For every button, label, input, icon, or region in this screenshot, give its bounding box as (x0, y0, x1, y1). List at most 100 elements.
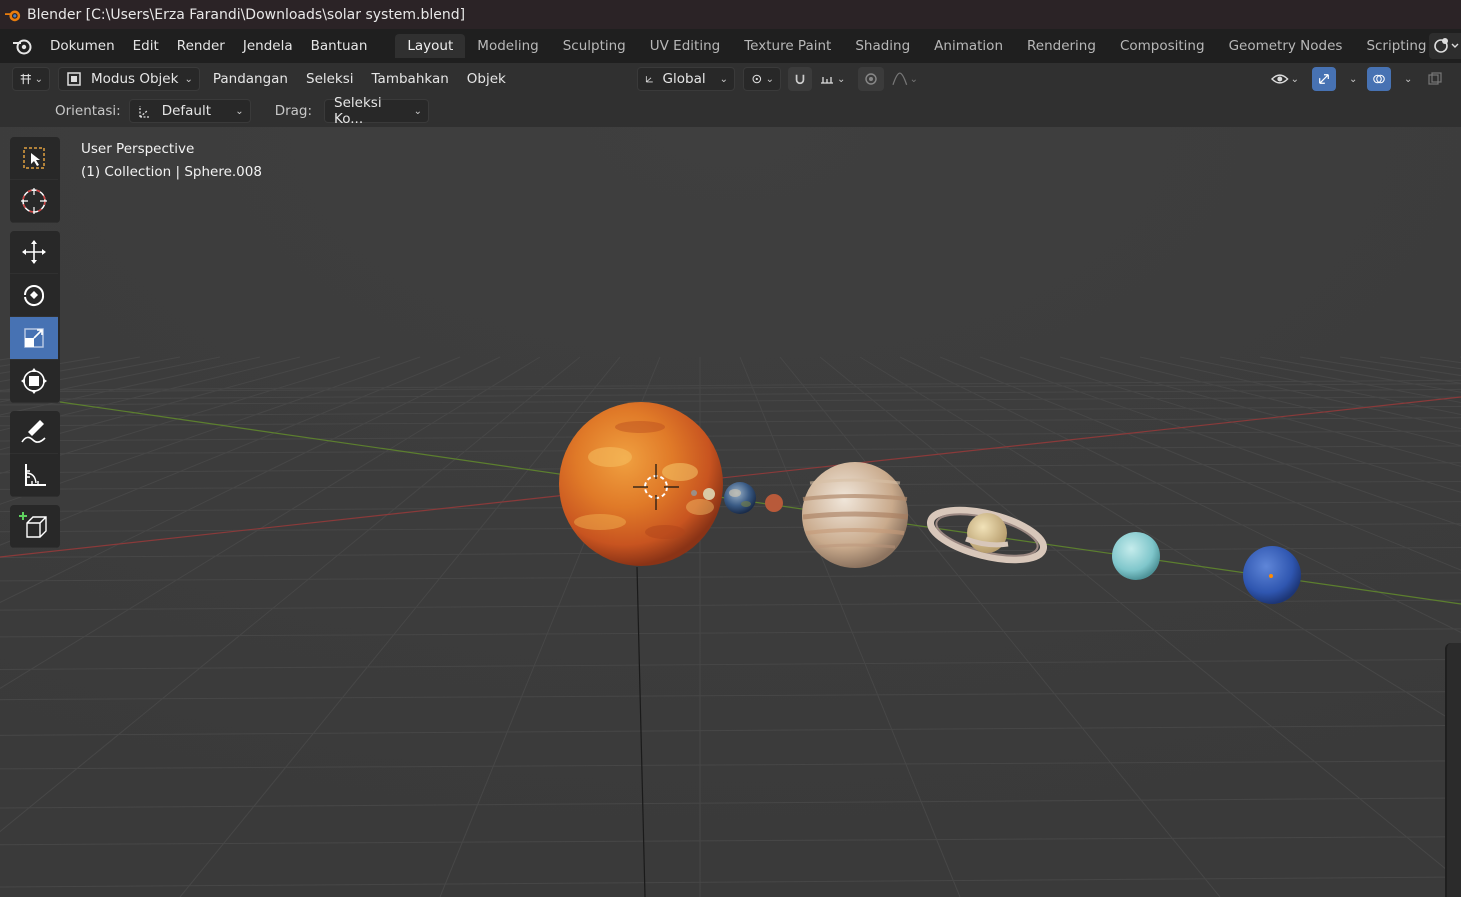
snap-toggle[interactable] (788, 67, 812, 91)
xray-toggle[interactable] (1422, 67, 1448, 91)
move-icon (22, 240, 46, 264)
chevron-down-icon: ⌄ (719, 73, 728, 85)
tab-layout[interactable]: Layout (395, 34, 466, 58)
tool-scale[interactable] (10, 317, 58, 360)
orientation-icon (139, 106, 150, 118)
tool-transform[interactable] (10, 360, 58, 403)
tool-group-select (10, 137, 60, 223)
gizmo-icon (1319, 74, 1329, 84)
chevron-down-icon: ⌄ (413, 105, 423, 117)
falloff-dropdown[interactable]: ⌄ (886, 67, 924, 91)
blender-logo-icon (5, 10, 21, 21)
tab-sculpting[interactable]: Sculpting (551, 34, 638, 58)
mode-dropdown[interactable]: Modus Objek ⌄ (58, 67, 200, 91)
viewport-background (0, 127, 1461, 897)
tab-compositing[interactable]: Compositing (1108, 34, 1217, 58)
tab-scripting[interactable]: Scripting (1354, 34, 1438, 58)
sidebar-edge-handle[interactable] (1445, 643, 1461, 897)
drag-mode-value: Seleksi Ko... (334, 95, 382, 127)
planet-sun[interactable] (559, 402, 723, 566)
visibility-dropdown[interactable]: ⌄ (1265, 67, 1305, 91)
tab-rendering[interactable]: Rendering (1015, 34, 1108, 58)
active-object-label: (1) Collection | Sphere.008 (81, 164, 262, 180)
planet-earth[interactable] (724, 482, 756, 514)
chevron-down-icon: ⌄ (837, 73, 846, 85)
mode-label: Modus Objek (91, 71, 179, 87)
tab-geometry-nodes[interactable]: Geometry Nodes (1217, 34, 1355, 58)
pivot-point-dropdown[interactable]: ⌄ (743, 67, 781, 91)
chevron-down-icon: ⌄ (765, 73, 774, 85)
cursor-icon (21, 188, 47, 214)
xray-icon (1428, 72, 1442, 85)
orientation-label: Global (662, 71, 706, 87)
gizmo-toggle[interactable] (1312, 67, 1336, 91)
menu-help[interactable]: Bantuan (302, 29, 377, 63)
add-cube-icon (19, 512, 47, 538)
transform-icon (21, 368, 47, 394)
planet-jupiter[interactable] (802, 462, 909, 568)
tool-group-annotate (10, 411, 60, 497)
proportional-editing-toggle[interactable] (858, 67, 884, 91)
menu-window[interactable]: Jendela (234, 29, 302, 63)
menu-add[interactable]: Tambahkan (363, 71, 458, 87)
title-bar: Blender [C:\Users\Erza Farandi\Downloads… (0, 0, 1461, 29)
menu-file[interactable]: Dokumen (41, 29, 124, 63)
select-box-icon (23, 147, 45, 169)
menu-object[interactable]: Objek (458, 71, 515, 87)
tool-measure[interactable] (10, 454, 58, 497)
planet-mars[interactable] (765, 494, 783, 512)
planet-uranus[interactable] (1112, 532, 1160, 580)
scene-selector-button[interactable] (1429, 33, 1461, 59)
3d-viewport[interactable] (0, 127, 1461, 897)
menu-render[interactable]: Render (168, 29, 234, 63)
tool-group-transform (10, 231, 60, 403)
magnet-icon (795, 74, 805, 85)
planet-venus[interactable] (703, 488, 715, 500)
tab-modeling[interactable]: Modeling (465, 34, 550, 58)
tab-shading[interactable]: Shading (843, 34, 922, 58)
tab-animation[interactable]: Animation (922, 34, 1015, 58)
tool-group-add (10, 505, 60, 548)
blender-menu-icon[interactable] (11, 36, 33, 56)
planet-mercury[interactable] (691, 490, 697, 496)
snap-target-dropdown[interactable]: ⌄ (813, 67, 853, 91)
menu-edit[interactable]: Edit (124, 29, 168, 63)
overlay-icon (1373, 74, 1385, 84)
menu-view[interactable]: Pandangan (204, 71, 297, 87)
overlay-toggle[interactable] (1367, 67, 1391, 91)
drag-mode-dropdown[interactable]: Seleksi Ko... ⌄ (324, 95, 430, 127)
tool-select-box[interactable] (10, 137, 58, 180)
scene-icon (1434, 38, 1459, 53)
tool-move[interactable] (10, 231, 58, 274)
chevron-down-icon: ⌄ (909, 73, 918, 85)
orientation-setting-label: Orientasi: (55, 103, 121, 119)
pivot-icon (752, 74, 762, 84)
orientation-global-icon (645, 76, 653, 83)
overlay-dropdown-chevron-icon[interactable]: ⌄ (1404, 74, 1412, 85)
tool-annotate[interactable] (10, 411, 58, 454)
menu-select[interactable]: Seleksi (297, 71, 363, 87)
tool-cursor[interactable] (10, 180, 58, 223)
object-mode-icon (67, 72, 81, 86)
tool-rotate[interactable] (10, 274, 58, 317)
falloff-curve-icon (892, 72, 908, 86)
drag-setting-label: Drag: (274, 103, 313, 119)
tool-add-cube[interactable] (10, 505, 58, 548)
scale-icon (24, 328, 44, 348)
rotate-icon (24, 285, 45, 306)
planet-neptune[interactable] (1243, 546, 1301, 604)
viewport-header: ⌄ Modus Objek ⌄ Pandangan Seleksi Tambah… (0, 63, 1461, 95)
chevron-down-icon: ⌄ (235, 105, 244, 117)
editor-type-button[interactable]: ⌄ (12, 67, 50, 91)
orientation-default-dropdown[interactable]: Default ⌄ (128, 99, 251, 123)
viewport-scene (0, 127, 1461, 897)
editor-type-icon (20, 73, 31, 85)
window-title: Blender [C:\Users\Erza Farandi\Downloads… (27, 6, 466, 23)
tab-texture-paint[interactable]: Texture Paint (732, 34, 843, 58)
chevron-down-icon: ⌄ (184, 73, 193, 85)
tool-settings-bar: Orientasi: Default ⌄ Drag: Seleksi Ko...… (0, 95, 1461, 127)
eye-icon (1271, 74, 1289, 84)
gizmo-dropdown-chevron-icon[interactable]: ⌄ (1349, 74, 1357, 85)
tab-uv-editing[interactable]: UV Editing (638, 34, 732, 58)
transform-orientation-dropdown[interactable]: Global ⌄ (637, 67, 735, 91)
